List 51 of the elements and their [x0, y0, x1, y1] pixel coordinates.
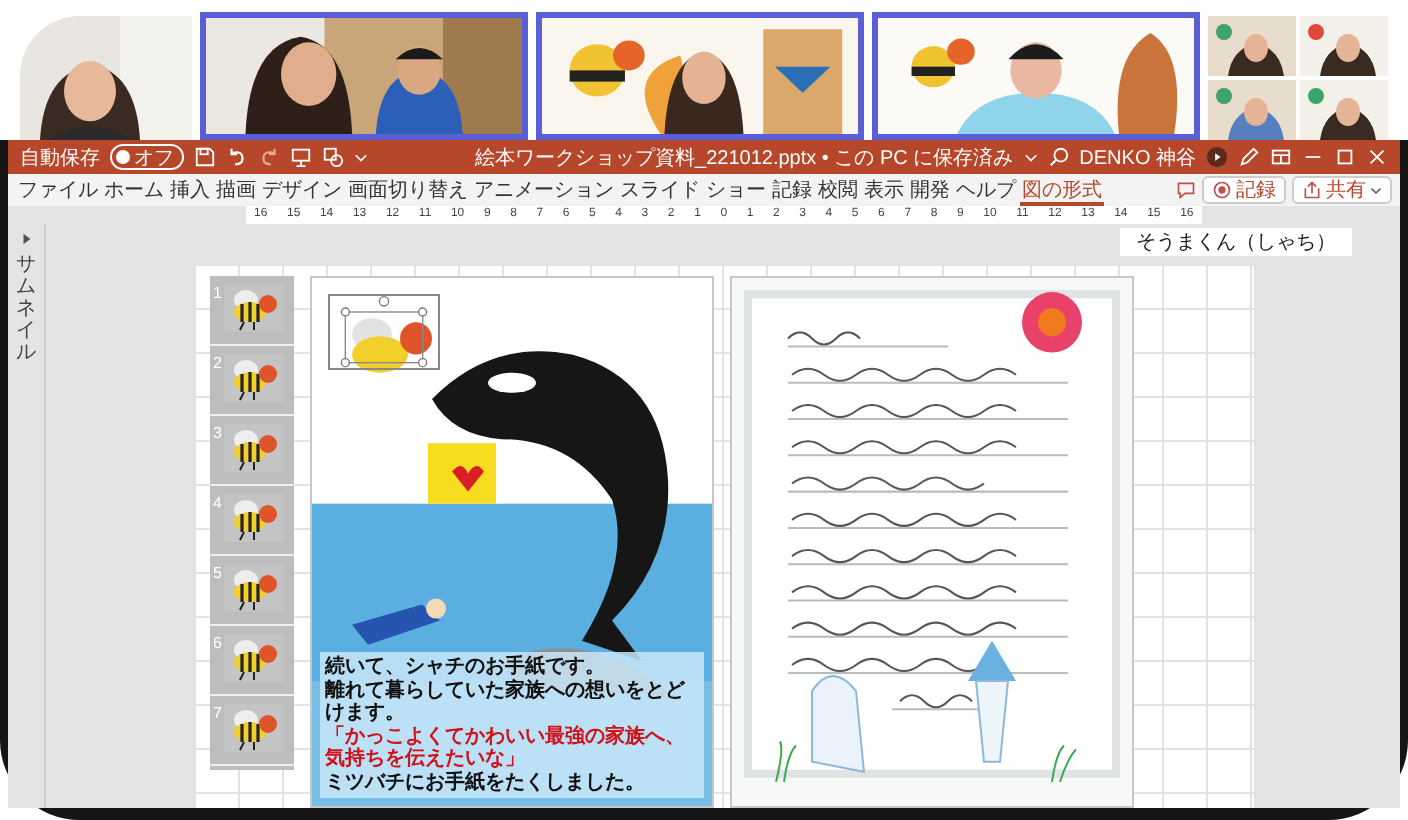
- user-name[interactable]: DENKO 神谷: [1079, 143, 1196, 171]
- caption-line: 離れて暮らしていた家族への想いをとどけます。: [325, 679, 687, 724]
- caption-line: 「かっこよくてかわいい最強の家族へ、気持ちを伝えたいな」: [325, 725, 687, 771]
- caption-line: ミツバチにお手紙をたくしました。: [325, 771, 647, 794]
- slideshow-icon[interactable]: [290, 146, 312, 168]
- ribbon-tab[interactable]: デザイン: [260, 175, 344, 205]
- share-icon: [1302, 180, 1322, 200]
- name-label: そうまくん（しゃち）: [1120, 228, 1352, 256]
- shapes-icon[interactable]: [322, 146, 344, 168]
- ribbon-tab[interactable]: スライド ショー: [618, 175, 768, 205]
- caption-line: 続いて、シャチのお手紙です。: [325, 656, 607, 678]
- maximize-icon[interactable]: [1334, 146, 1356, 168]
- caret-icon: [1370, 184, 1382, 196]
- redo-icon[interactable]: [258, 146, 280, 168]
- ribbon-tab[interactable]: 挿入: [168, 175, 212, 205]
- expand-icon[interactable]: [19, 232, 33, 246]
- share-button[interactable]: 共有: [1292, 176, 1392, 204]
- selection-frame[interactable]: [327, 294, 439, 370]
- page-number: 3: [213, 424, 222, 442]
- record-button[interactable]: 記録: [1202, 176, 1286, 204]
- record-icon: [1212, 180, 1232, 200]
- pen-icon[interactable]: [1238, 146, 1260, 168]
- ribbon-tab[interactable]: 表示: [861, 175, 906, 205]
- page-number: 1: [213, 284, 222, 302]
- comment-icon[interactable]: [1176, 180, 1196, 200]
- ribbon-tab[interactable]: ファイル: [16, 175, 100, 205]
- ribbon-tab[interactable]: 開発: [907, 175, 952, 205]
- layout-icon[interactable]: [1270, 146, 1292, 168]
- ribbon-tab[interactable]: 画面切り替え: [346, 175, 470, 205]
- caret-icon[interactable]: [354, 150, 368, 164]
- ribbon-tab[interactable]: ホーム: [102, 175, 166, 205]
- file-title[interactable]: 絵本ワークショップ資料_221012.pptx • この PC に保存済み: [475, 143, 1014, 171]
- caret-icon[interactable]: [1023, 150, 1038, 164]
- avatar-icon[interactable]: [1206, 146, 1228, 168]
- ribbon-tab[interactable]: ヘルプ: [953, 175, 1018, 205]
- autosave-toggle[interactable]: オフ: [110, 144, 184, 170]
- autosave-label: 自動保存: [20, 145, 100, 171]
- page-number: 5: [213, 564, 222, 582]
- undo-icon[interactable]: [226, 146, 248, 168]
- search-icon[interactable]: [1047, 146, 1070, 168]
- ribbon-tab[interactable]: 描画: [214, 175, 258, 205]
- page-number: 2: [213, 354, 222, 372]
- page-number: 6: [213, 634, 222, 652]
- save-icon[interactable]: [194, 146, 216, 168]
- close-icon[interactable]: [1366, 146, 1388, 168]
- thumbnail-pane-label[interactable]: サムネイル: [16, 254, 36, 364]
- page-number: 7: [213, 704, 222, 722]
- ribbon-tab[interactable]: 校閲: [815, 175, 860, 205]
- ribbon-tab[interactable]: 記録: [769, 175, 814, 205]
- ribbon-tab[interactable]: アニメーション: [472, 175, 616, 205]
- page-number: 4: [213, 494, 222, 512]
